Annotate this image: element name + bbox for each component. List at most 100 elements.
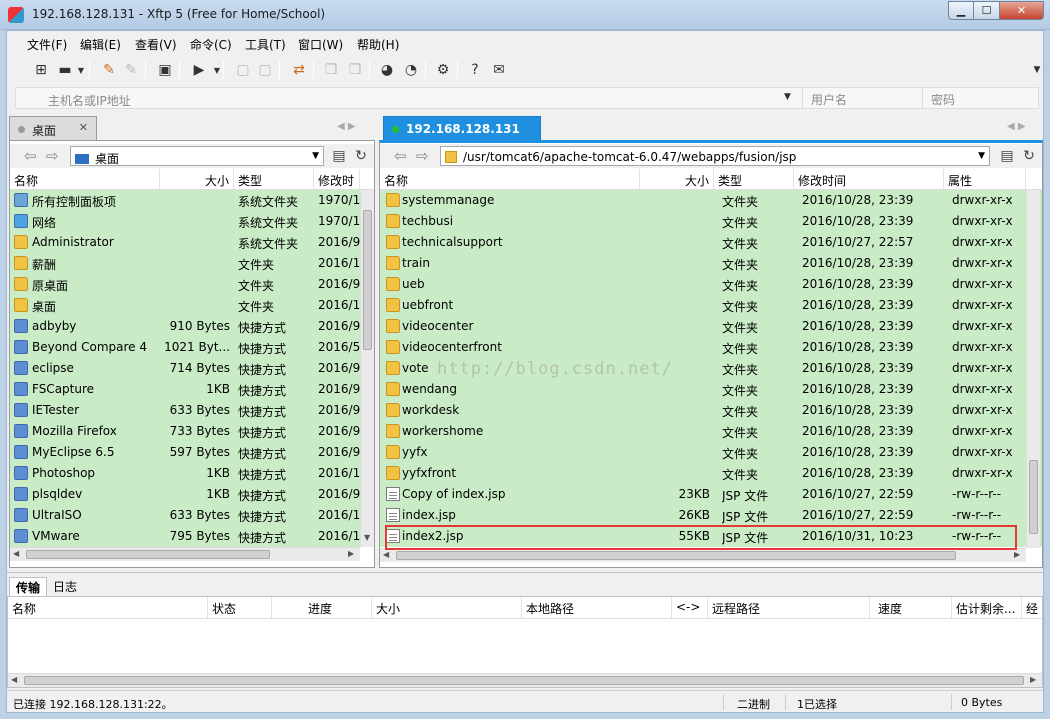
col-size[interactable]: 大小 xyxy=(640,169,714,190)
toolbar-overflow-icon[interactable]: ▼ xyxy=(1027,60,1047,80)
table-row[interactable]: technicalsupport 文件夹 2016/10/27, 22:57 drwx… xyxy=(380,232,1042,253)
col-name[interactable]: 名称 xyxy=(8,597,208,618)
col-attributes[interactable]: 属性 xyxy=(944,169,1026,190)
table-row[interactable]: 原桌面 文件夹 2016/9 xyxy=(10,274,374,295)
col-local-path[interactable]: 本地路径 xyxy=(522,597,672,618)
copy-icon[interactable]: ❐ xyxy=(321,60,341,80)
menu-help[interactable]: 帮助(H) xyxy=(357,36,399,53)
table-row[interactable]: yyfxfront 文件夹 2016/10/28, 23:39 drwxr-xr-x xyxy=(380,463,1042,484)
col-modified[interactable]: 修改时间 xyxy=(794,169,944,190)
local-horizontal-scrollbar[interactable]: ◀ ▶ xyxy=(10,547,360,561)
local-path-combo[interactable]: 桌面 ▼ xyxy=(70,146,324,166)
host-input[interactable]: 主机名或IP地址 xyxy=(48,92,131,109)
maximize-button[interactable]: ☐ xyxy=(974,1,1000,20)
table-row[interactable]: Photoshop 1KB 快捷方式 2016/1 xyxy=(10,463,374,484)
col-remaining[interactable]: 估计剩余... xyxy=(952,597,1022,618)
properties-icon[interactable]: ▣ xyxy=(155,60,175,80)
scroll-thumb[interactable] xyxy=(396,551,956,560)
col-size[interactable]: 大小 xyxy=(160,169,234,190)
download-icon[interactable]: ▢ xyxy=(255,60,275,80)
remote-vertical-scrollbar[interactable] xyxy=(1026,190,1040,548)
col-name[interactable]: 名称 xyxy=(10,169,160,190)
username-input[interactable]: 用户名 xyxy=(802,88,920,108)
menu-tools[interactable]: 工具(T) xyxy=(245,36,286,53)
col-remote-path[interactable]: 远程路径 xyxy=(708,597,870,618)
table-row[interactable]: wendang 文件夹 2016/10/28, 23:39 drwxr-xr-x xyxy=(380,379,1042,400)
chat-icon[interactable]: ✉ xyxy=(489,60,509,80)
tab-remote-host[interactable]: 192.168.128.131 xyxy=(383,116,541,140)
remote-horizontal-scrollbar[interactable]: ◀ ▶ xyxy=(380,548,1026,562)
scroll-down-icon[interactable]: ▼ xyxy=(364,533,370,542)
table-row[interactable]: UltraISO 633 Bytes 快捷方式 2016/1 xyxy=(10,505,374,526)
forward-arrow-icon[interactable]: ⇨ xyxy=(46,147,59,165)
col-progress[interactable]: 进度 xyxy=(272,597,372,618)
table-row[interactable]: IETester 633 Bytes 快捷方式 2016/9 xyxy=(10,400,374,421)
scroll-thumb[interactable] xyxy=(26,550,270,559)
local-vertical-scrollbar[interactable]: ▼ xyxy=(360,190,374,547)
scroll-thumb[interactable] xyxy=(1029,460,1038,534)
table-row[interactable]: adbyby 910 Bytes 快捷方式 2016/9 xyxy=(10,316,374,337)
host-dropdown-icon[interactable]: ▼ xyxy=(784,92,791,102)
table-row[interactable]: videocenterfront 文件夹 2016/10/28, 23:39 drwx… xyxy=(380,337,1042,358)
back-arrow-icon[interactable]: ⇦ xyxy=(394,147,407,165)
table-row[interactable]: 薪酬 文件夹 2016/1 xyxy=(10,253,374,274)
transfer-horizontal-scrollbar[interactable]: ◀ ▶ xyxy=(8,673,1042,687)
table-row[interactable]: videocenter 文件夹 2016/10/28, 23:39 drwxr-xr-… xyxy=(380,316,1042,337)
close-button[interactable]: ✕ xyxy=(1000,1,1044,20)
remote-path-combo[interactable]: /usr/tomcat6/apache-tomcat-6.0.47/webapp… xyxy=(440,146,990,166)
menu-command[interactable]: 命令(C) xyxy=(190,36,232,53)
table-row[interactable]: 网络 系统文件夹 1970/1 xyxy=(10,211,374,232)
table-row[interactable]: yyfx 文件夹 2016/10/28, 23:39 drwxr-xr-x xyxy=(380,442,1042,463)
table-row[interactable]: Copy of index.jsp 23KB JSP 文件 2016/10/27, 2… xyxy=(380,484,1042,505)
help-icon[interactable]: ? xyxy=(465,60,485,80)
forward-arrow-icon[interactable]: ⇨ xyxy=(416,147,429,165)
table-row[interactable]: index.jsp 26KB JSP 文件 2016/10/27, 22:59 -rw-… xyxy=(380,505,1042,526)
sync-icon[interactable]: ⇄ xyxy=(289,60,309,80)
xmanager-icon[interactable]: ◔ xyxy=(401,60,421,80)
scroll-right-icon[interactable]: ▶ xyxy=(1014,550,1020,559)
browse-folder-icon[interactable]: ▤ xyxy=(998,147,1016,165)
table-row[interactable]: index2.jsp 55KB JSP 文件 2016/10/31, 10:23 -rw… xyxy=(380,526,1042,547)
table-row[interactable]: VMware 795 Bytes 快捷方式 2016/1 xyxy=(10,526,374,547)
col-type[interactable]: 类型 xyxy=(234,169,314,190)
table-row[interactable]: 所有控制面板项 系统文件夹 1970/1 xyxy=(10,190,374,211)
refresh-icon[interactable]: ↻ xyxy=(1020,147,1038,165)
menu-window[interactable]: 窗口(W) xyxy=(298,36,343,53)
back-arrow-icon[interactable]: ⇦ xyxy=(24,147,37,165)
scroll-left-icon[interactable]: ◀ xyxy=(383,550,389,559)
table-row[interactable]: techbusi 文件夹 2016/10/28, 23:39 drwxr-xr-x xyxy=(380,211,1042,232)
table-row[interactable]: Administrator 系统文件夹 2016/9 xyxy=(10,232,374,253)
upload-icon[interactable]: ▢ xyxy=(233,60,253,80)
col-status[interactable]: 状态 xyxy=(208,597,272,618)
open-dropdown-icon[interactable]: ▼ xyxy=(71,60,91,80)
col-size[interactable]: 大小 xyxy=(372,597,522,618)
table-row[interactable]: Beyond Compare 4 1021 Byt... 快捷方式 2016/5 xyxy=(10,337,374,358)
scroll-right-icon[interactable]: ▶ xyxy=(348,549,354,558)
disconnect-icon[interactable]: ✎ xyxy=(121,60,141,80)
col-name[interactable]: 名称 xyxy=(380,169,640,190)
browse-folder-icon[interactable]: ▤ xyxy=(330,147,348,165)
new-session-icon[interactable]: ⊞ xyxy=(31,60,51,80)
table-row[interactable]: workdesk 文件夹 2016/10/28, 23:39 drwxr-xr-x xyxy=(380,400,1042,421)
table-row[interactable]: workershome 文件夹 2016/10/28, 23:39 drwxr-xr-… xyxy=(380,421,1042,442)
left-tab-scroll-icon[interactable]: ◀ ▶ xyxy=(337,121,356,132)
tab-local-desktop[interactable]: 桌面 ✕ xyxy=(9,116,97,140)
table-row[interactable]: systemmanage 文件夹 2016/10/28, 23:39 drwxr-xr… xyxy=(380,190,1042,211)
table-row[interactable]: plsqldev 1KB 快捷方式 2016/9 xyxy=(10,484,374,505)
scroll-left-icon[interactable]: ◀ xyxy=(11,675,17,684)
menu-view[interactable]: 查看(V) xyxy=(135,36,177,53)
scroll-right-icon[interactable]: ▶ xyxy=(1030,675,1036,684)
table-row[interactable]: Mozilla Firefox 733 Bytes 快捷方式 2016/9 xyxy=(10,421,374,442)
table-row[interactable]: ueb 文件夹 2016/10/28, 23:39 drwxr-xr-x xyxy=(380,274,1042,295)
right-tab-scroll-icon[interactable]: ◀ ▶ xyxy=(1007,121,1026,132)
scroll-left-icon[interactable]: ◀ xyxy=(13,549,19,558)
table-row[interactable]: 桌面 文件夹 2016/1 xyxy=(10,295,374,316)
gear-icon[interactable]: ⚙ xyxy=(433,60,453,80)
menu-edit[interactable]: 编辑(E) xyxy=(80,36,121,53)
table-row[interactable]: uebfront 文件夹 2016/10/28, 23:39 drwxr-xr-x xyxy=(380,295,1042,316)
connect-icon[interactable]: ✎ xyxy=(99,60,119,80)
scroll-thumb[interactable] xyxy=(363,210,372,350)
col-type[interactable]: 类型 xyxy=(714,169,794,190)
tab-transfer[interactable]: 传输 xyxy=(9,577,48,597)
table-row[interactable]: MyEclipse 6.5 597 Bytes 快捷方式 2016/9 xyxy=(10,442,374,463)
